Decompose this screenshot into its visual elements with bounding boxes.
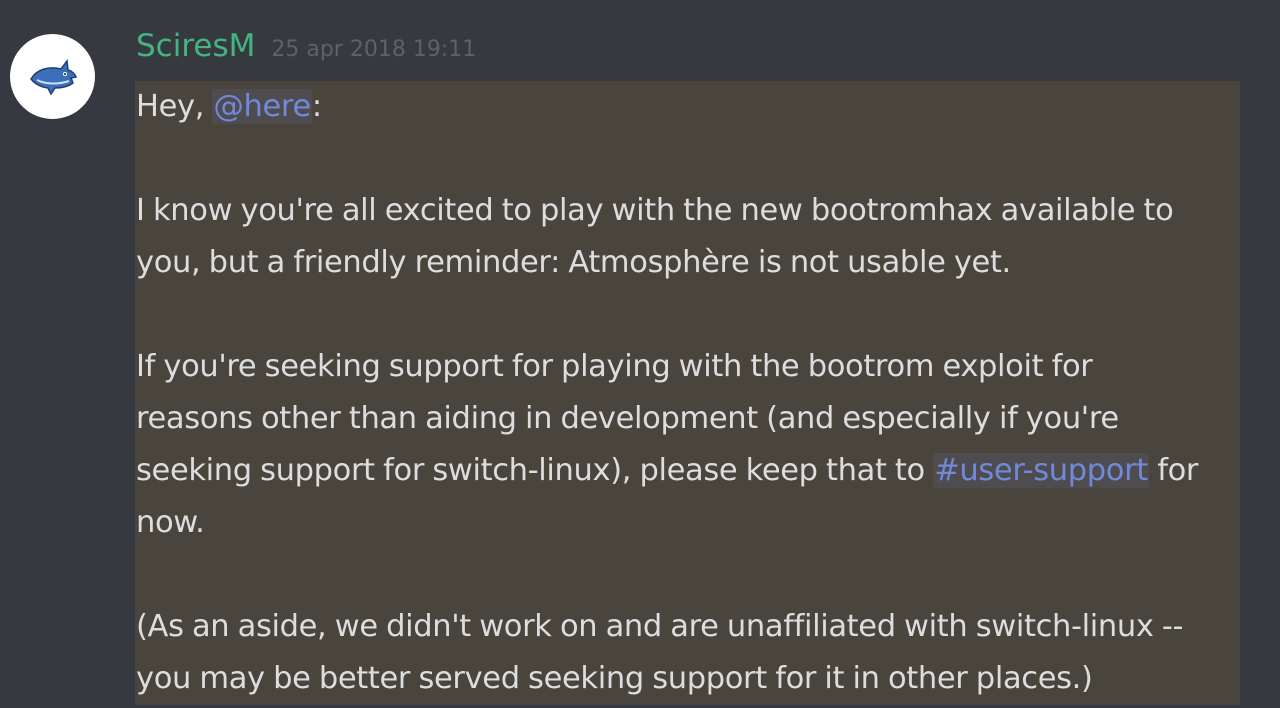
paragraph-1-line-1: I know you're all excited to play with t… [136,193,1174,228]
here-mention[interactable]: @here [212,89,312,124]
channel-mention-user-support[interactable]: #user-support [933,453,1149,488]
avatar[interactable] [10,34,95,119]
paragraph-2-line-3: seeking support for switch-linux), pleas… [136,445,1236,497]
paragraph-2-line-4: now. [136,505,205,540]
chat-message: SciresM 25 apr 2018 19:11 Hey, @here: I … [0,0,1280,708]
paragraph-3-line-1: (As an aside, we didn't work on and are … [136,609,1184,644]
greeting-colon: : [311,89,322,124]
shark-icon [29,58,77,95]
message-content: Hey, @here: I know you're all excited to… [136,81,1236,705]
greeting-text: Hey, [136,89,213,124]
paragraph-2-line-1: If you're seeking support for playing wi… [136,349,1093,384]
paragraph-2-line-3-prefix: seeking support for switch-linux), pleas… [136,453,934,488]
paragraph-3-line-2: you may be better served seeking support… [136,661,1093,696]
message-header: SciresM 25 apr 2018 19:11 [136,28,476,68]
author-name[interactable]: SciresM [136,28,255,64]
paragraph-2-line-3-suffix: for [1148,453,1199,488]
greeting-line: Hey, @here: [136,81,1236,133]
paragraph-2-line-2: reasons other than aiding in development… [136,401,1119,436]
paragraph-1-line-2: you, but a friendly reminder: Atmosphère… [136,245,1011,280]
message-timestamp: 25 apr 2018 19:11 [271,37,477,62]
